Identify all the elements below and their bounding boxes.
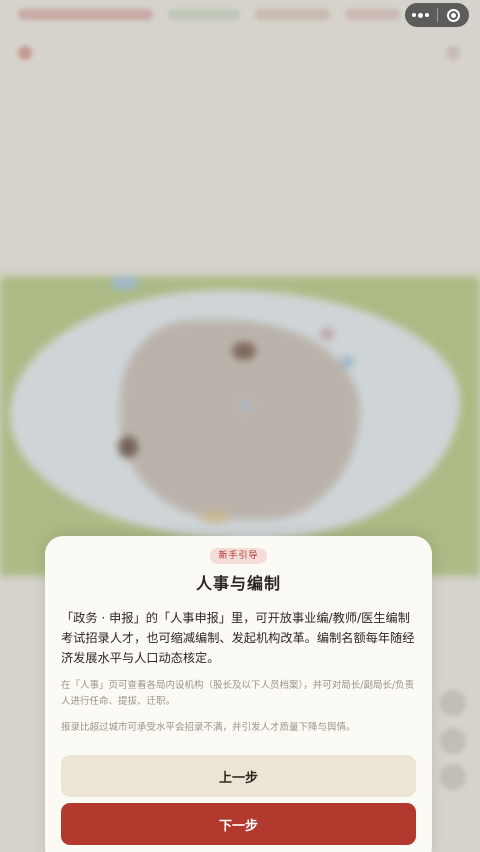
guide-title: 人事与编制 [195, 574, 281, 593]
guide-note: 在「人事」页可查看各局内设机构（股长及以下人员档案），并可对局长/副局长/负责人… [61, 680, 415, 707]
mini-program-capsule [405, 3, 469, 27]
guide-badge: 新手引导 [210, 548, 267, 564]
guide-main-text: 「政务 · 申报」的「人事申报」里，可开放事业编/教师/医生编制考试招录人才，也… [61, 611, 415, 665]
next-step-button[interactable]: 下一步 [61, 803, 416, 845]
badge-row: 新手引导 [61, 548, 416, 564]
close-mini-program-button[interactable] [438, 3, 470, 27]
more-dots-icon [412, 12, 430, 18]
guide-card: 新手引导 人事与编制 「政务 · 申报」的「人事申报」里，可开放事业编/教师/医… [45, 536, 432, 852]
more-menu-button[interactable] [405, 3, 437, 27]
previous-step-button[interactable]: 上一步 [61, 755, 416, 797]
target-circle-icon [446, 8, 460, 22]
guide-warning-note: 报录比超过城市可承受水平会招录不满，并引发人才质量下降与舆情。 [61, 722, 356, 733]
